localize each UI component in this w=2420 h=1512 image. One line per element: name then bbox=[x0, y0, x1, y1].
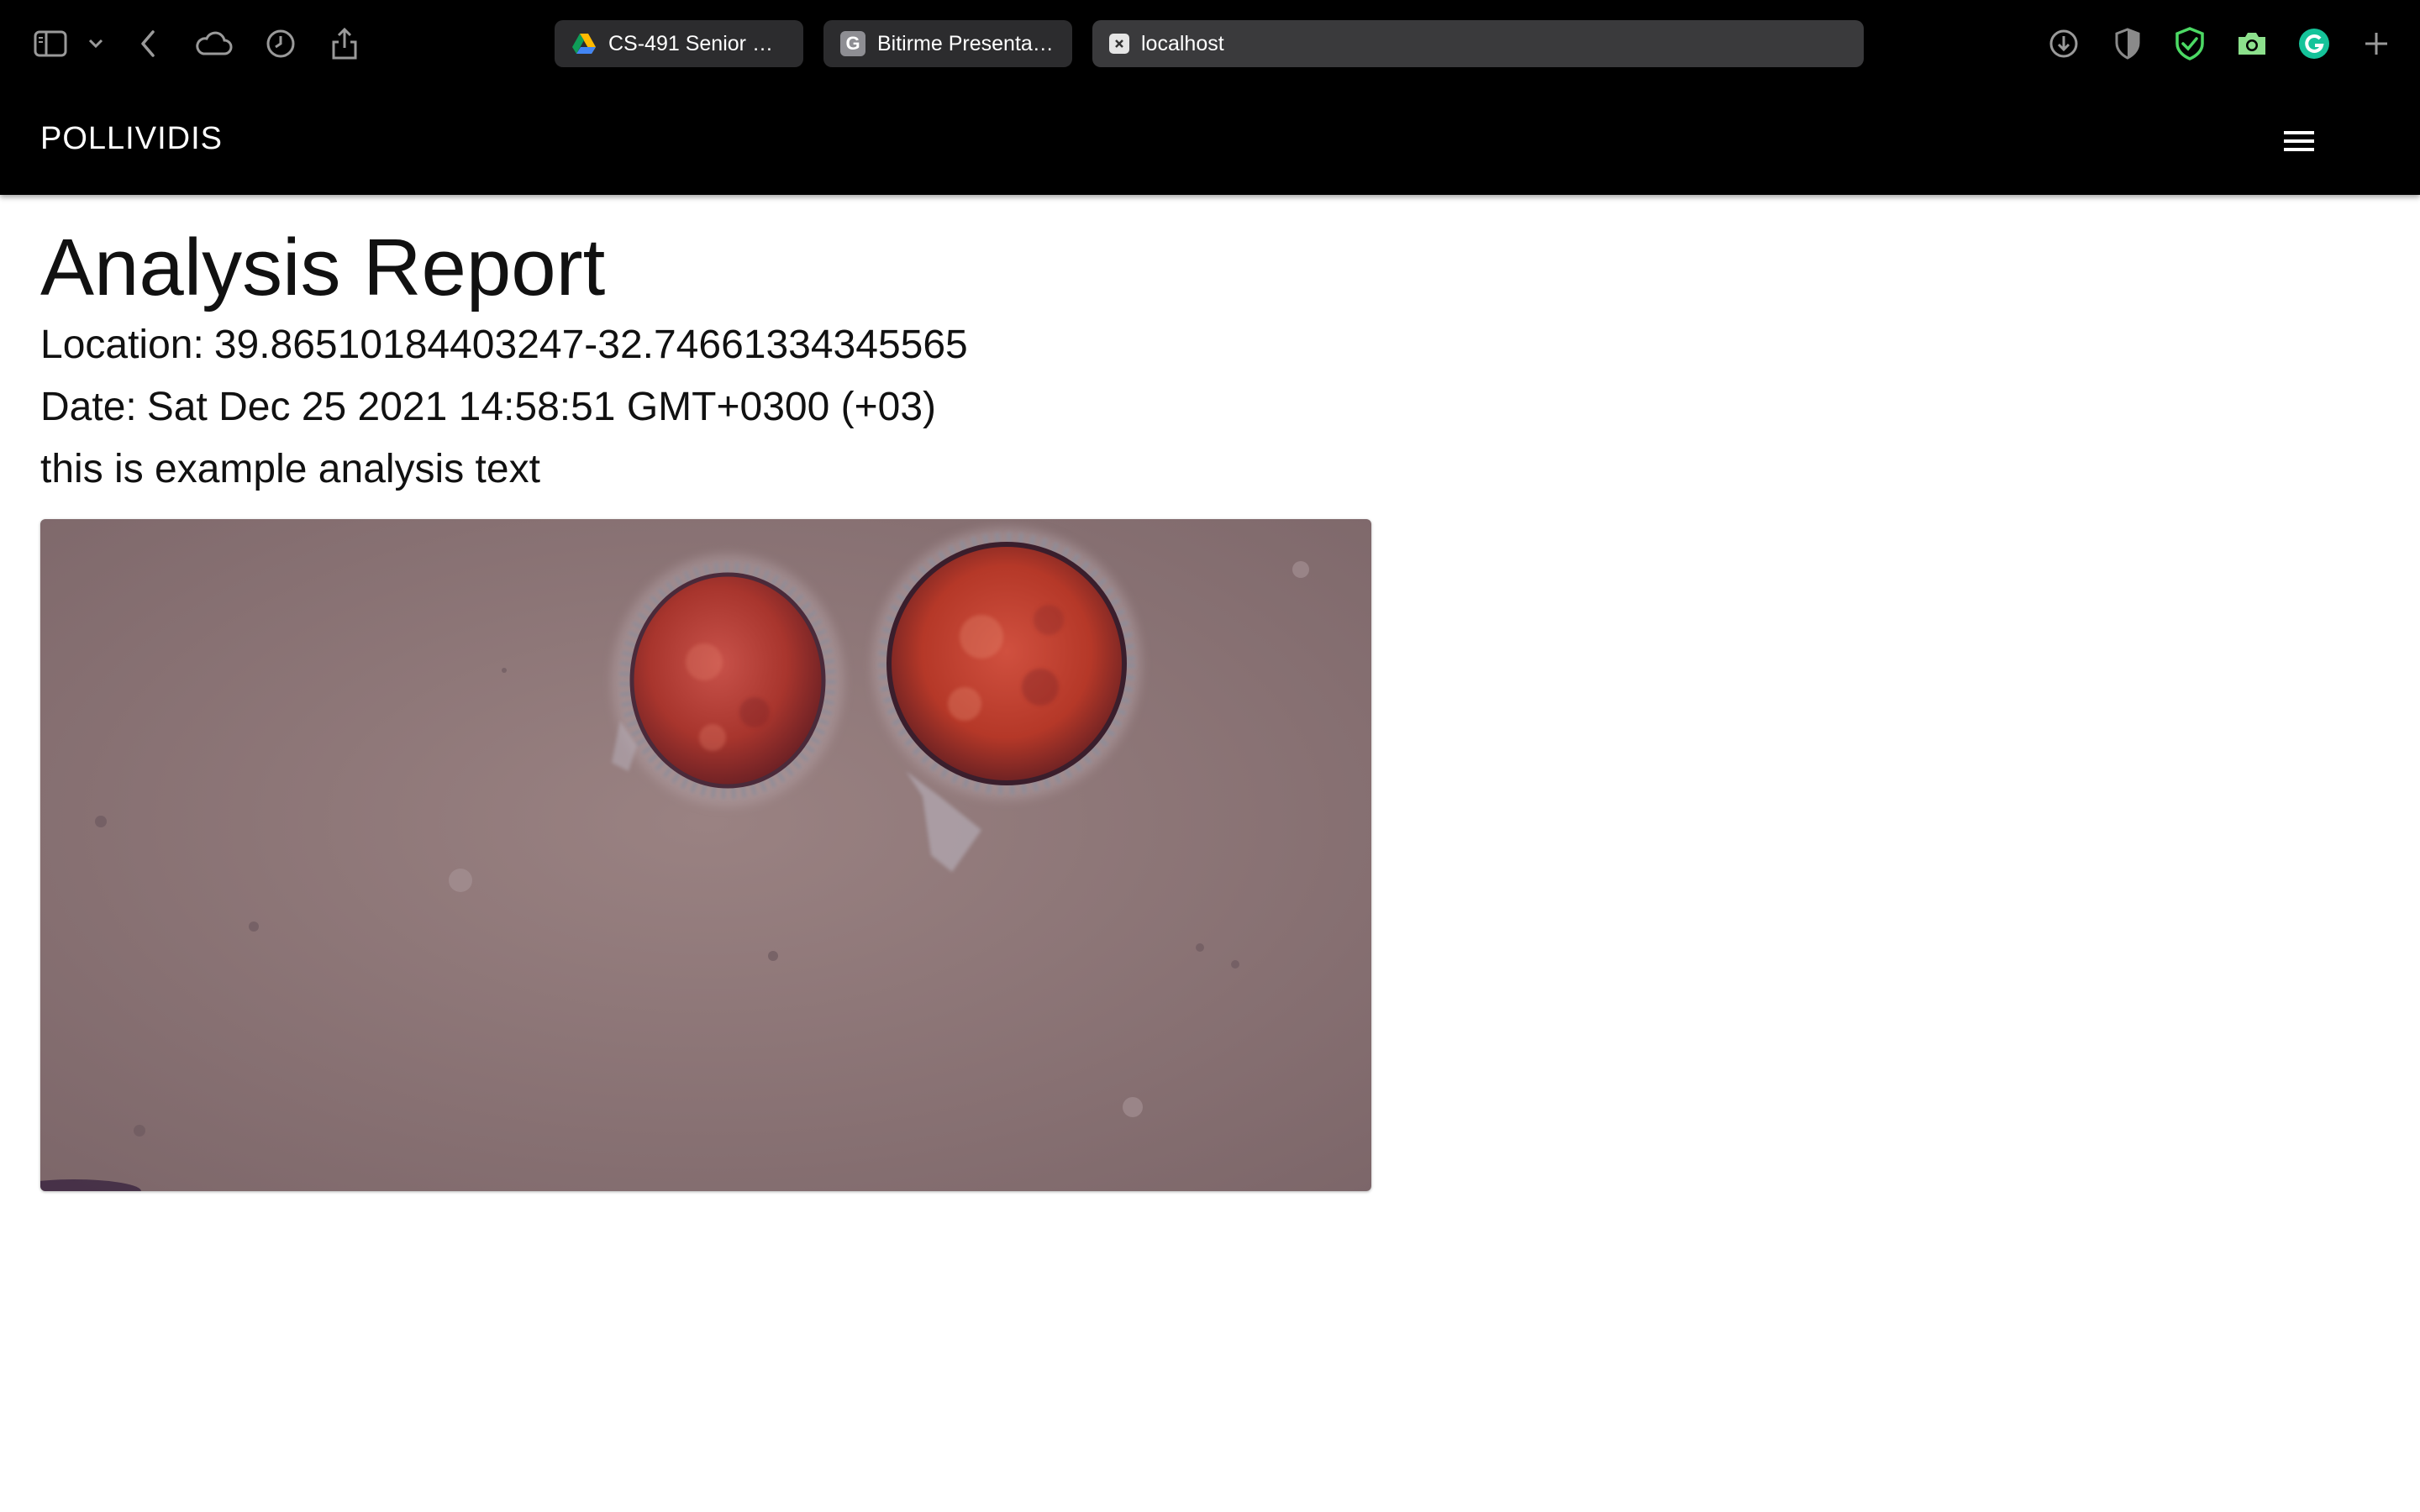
brand-logo-text[interactable]: POLLIVIDIS bbox=[40, 121, 223, 157]
tab-bitirme[interactable]: G Bitirme Presentat... bbox=[823, 20, 1072, 67]
new-tab-plus-icon[interactable] bbox=[2354, 22, 2398, 66]
tab-title: CS-491 Senior Pr... bbox=[608, 31, 786, 55]
tab-title: Bitirme Presentat... bbox=[877, 31, 1055, 55]
chevron-down-icon[interactable] bbox=[74, 22, 118, 66]
tab-localhost[interactable]: localhost bbox=[1092, 20, 1864, 67]
camera-icon[interactable] bbox=[2230, 22, 2274, 66]
analysis-text: this is example analysis text bbox=[40, 447, 540, 492]
google-drive-icon bbox=[571, 31, 597, 56]
download-icon[interactable] bbox=[2042, 22, 2086, 66]
tab-title: localhost bbox=[1141, 31, 1224, 55]
location-label: Location: bbox=[40, 323, 204, 368]
google-g-icon: G bbox=[840, 31, 865, 56]
app-navbar: POLLIVIDIS bbox=[0, 87, 2420, 195]
shield-half-icon[interactable] bbox=[2106, 22, 2149, 66]
history-clock-icon[interactable] bbox=[259, 22, 302, 66]
date-label: Date: bbox=[40, 385, 137, 430]
page-title: Analysis Report bbox=[40, 223, 606, 312]
date-line: Date: Sat Dec 25 2021 14:58:51 GMT+0300 (… bbox=[40, 376, 2376, 438]
sidebar-toggle-icon[interactable] bbox=[29, 22, 72, 66]
location-value: 39.86510184403247-32.74661334345565 bbox=[213, 323, 968, 368]
date-value: Sat Dec 25 2021 14:58:51 GMT+0300 (+03) bbox=[146, 385, 937, 430]
pollen-microscope-image bbox=[40, 519, 1371, 1191]
adblock-shield-icon[interactable] bbox=[2168, 22, 2212, 66]
cloud-icon[interactable] bbox=[192, 22, 235, 66]
grammarly-icon[interactable] bbox=[2292, 22, 2336, 66]
location-line: Location: 39.86510184403247-32.7466133434… bbox=[40, 314, 2376, 376]
tab-cs491[interactable]: CS-491 Senior Pr... bbox=[555, 20, 803, 67]
page-error-icon bbox=[1109, 34, 1129, 54]
report-content: Analysis Report Location: 39.865101844032… bbox=[40, 195, 2376, 1191]
hamburger-menu-icon[interactable] bbox=[2275, 118, 2323, 165]
back-arrow-icon[interactable] bbox=[126, 22, 170, 66]
share-icon[interactable] bbox=[323, 22, 366, 66]
browser-toolbar: CS-491 Senior Pr... G Bitirme Presentat.… bbox=[0, 0, 2420, 87]
